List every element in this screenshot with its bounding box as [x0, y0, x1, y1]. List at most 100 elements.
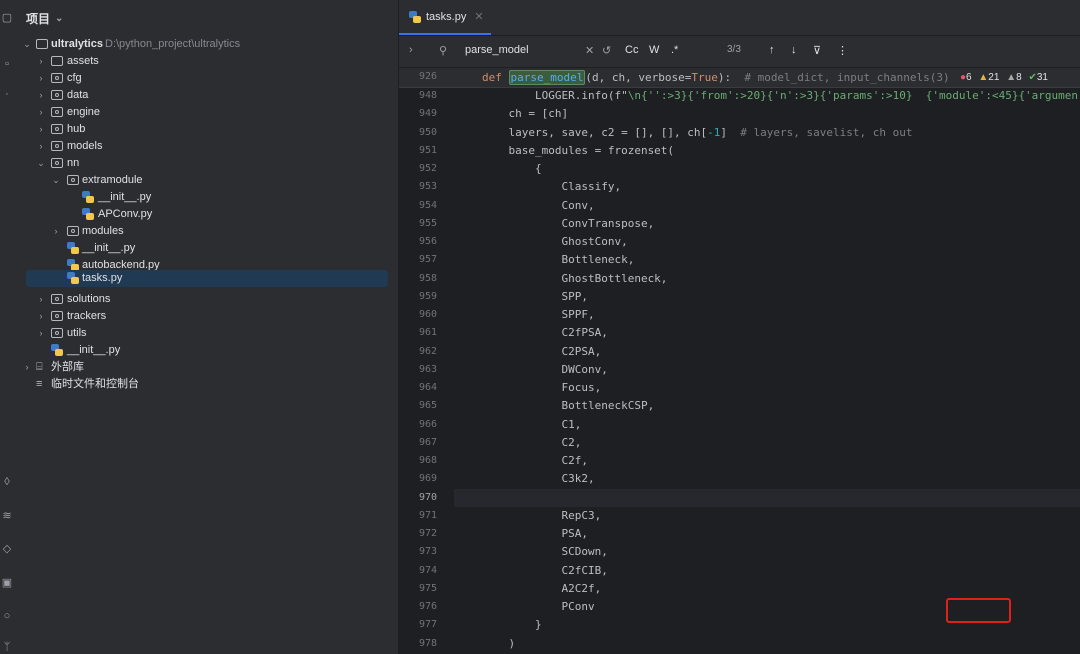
chevron-right-icon[interactable]: ›: [36, 121, 46, 138]
code-line[interactable]: C2fPSA,: [454, 324, 1080, 342]
chevron-right-icon[interactable]: ›: [36, 53, 46, 70]
tree-row-utils[interactable]: › utils: [16, 325, 398, 342]
code-line[interactable]: C2,: [454, 434, 1080, 452]
chevron-right-icon[interactable]: ›: [22, 359, 32, 376]
python-file-icon: [51, 344, 63, 356]
structure-icon[interactable]: ·: [1, 88, 13, 100]
code-line[interactable]: GhostBottleneck,: [454, 270, 1080, 288]
tree-row-nn-init[interactable]: __init__.py: [16, 240, 398, 257]
code-line[interactable]: SPPF,: [454, 306, 1080, 324]
folder-icon: [36, 39, 48, 49]
match-case-toggle[interactable]: Cc: [625, 44, 638, 56]
chevron-down-icon[interactable]: ⌄: [22, 36, 32, 53]
python-file-icon: [409, 10, 421, 23]
chevron-right-icon[interactable]: ›: [409, 44, 413, 56]
tree-row-hub[interactable]: › hub: [16, 121, 398, 138]
python-packages-icon[interactable]: ◊: [1, 476, 13, 488]
commit-icon[interactable]: ▫: [1, 58, 13, 70]
tree-row-cfg[interactable]: › cfg: [16, 70, 398, 87]
more-options-icon[interactable]: ⋮: [837, 44, 848, 57]
tree-row-root[interactable]: ⌄ ultralytics D:\python_project\ultralyt…: [16, 36, 398, 53]
code-line[interactable]: [454, 488, 1080, 507]
tree-row-apconv[interactable]: APConv.py: [16, 206, 398, 223]
chevron-right-icon[interactable]: ›: [36, 70, 46, 87]
filter-icon[interactable]: ⊽: [813, 44, 821, 57]
tab-tasks-py[interactable]: tasks.py ✕: [399, 0, 491, 35]
line-number: 950: [418, 126, 437, 138]
chevron-right-icon[interactable]: ›: [36, 308, 46, 325]
arrow-down-icon[interactable]: ↓: [791, 44, 797, 56]
tree-row-models[interactable]: › models: [16, 138, 398, 155]
close-icon[interactable]: ✕: [474, 10, 483, 23]
code-line[interactable]: base_modules = frozenset(: [454, 142, 1080, 160]
search-icon[interactable]: ⚲: [439, 44, 447, 57]
layers-icon[interactable]: ≋: [1, 510, 13, 522]
code-line[interactable]: layers, save, c2 = [], [], ch[-1] # laye…: [454, 124, 1080, 142]
inspection-indicators[interactable]: ●6 ▲21 ▲8 ✔31: [960, 72, 1048, 83]
code-line[interactable]: Bottleneck,: [454, 251, 1080, 269]
tree-row-external-libraries[interactable]: › ⌸ 外部库: [16, 359, 398, 376]
code-line[interactable]: Focus,: [454, 379, 1080, 397]
code-line[interactable]: RepC3,: [454, 507, 1080, 525]
tree-row-solutions[interactable]: › solutions: [16, 291, 398, 308]
git-icon[interactable]: ᛘ: [1, 641, 13, 653]
tree-row-tasks-selected[interactable]: tasks.py: [26, 270, 388, 287]
tree-row-scratches[interactable]: ≡ 临时文件和控制台: [16, 376, 398, 393]
arrow-up-icon[interactable]: ↑: [769, 44, 775, 56]
code-line[interactable]: C2fCIB,: [454, 562, 1080, 580]
code-line[interactable]: LOGGER.info(f"\n{'':>3}{'from':>20}{'n':…: [454, 87, 1080, 105]
code-line[interactable]: {: [454, 160, 1080, 178]
project-panel-header[interactable]: 项目 ⌄: [16, 0, 398, 36]
code-line[interactable]: GhostConv,: [454, 233, 1080, 251]
code-line[interactable]: C2PSA,: [454, 343, 1080, 361]
tab-label: tasks.py: [426, 10, 467, 23]
history-icon[interactable]: ↺: [602, 44, 611, 57]
sticky-header-line[interactable]: 926 def parse_model (d, ch, verbose=True)…: [399, 68, 1080, 88]
code-line[interactable]: C1,: [454, 416, 1080, 434]
chevron-right-icon[interactable]: ›: [36, 87, 46, 104]
tree-row-assets[interactable]: › assets: [16, 53, 398, 70]
code-line[interactable]: DWConv,: [454, 361, 1080, 379]
code-line[interactable]: BottleneckCSP,: [454, 397, 1080, 415]
code-line[interactable]: PSA,: [454, 525, 1080, 543]
tree-row-extramodule[interactable]: ⌄ extramodule: [16, 172, 398, 189]
tree-row-trackers[interactable]: › trackers: [16, 308, 398, 325]
chevron-right-icon[interactable]: ›: [51, 223, 61, 240]
code-line[interactable]: C2f,: [454, 452, 1080, 470]
code-line[interactable]: A2C2f,: [454, 580, 1080, 598]
code-view[interactable]: 926 def parse_model (d, ch, verbose=True)…: [399, 68, 1080, 654]
regex-toggle[interactable]: .*: [671, 44, 678, 56]
chevron-right-icon[interactable]: ›: [36, 138, 46, 155]
tree-row-extramodule-init[interactable]: __init__.py: [16, 189, 398, 206]
tree-row-engine[interactable]: › engine: [16, 104, 398, 121]
chevron-down-icon[interactable]: ⌄: [55, 13, 63, 24]
chevron-right-icon[interactable]: ›: [36, 291, 46, 308]
tree-row-root-init[interactable]: __init__.py: [16, 342, 398, 359]
tree-row-data[interactable]: › data: [16, 87, 398, 104]
code-token: Bottleneck,: [482, 253, 635, 267]
code-line[interactable]: ConvTranspose,: [454, 215, 1080, 233]
code-line[interactable]: C3k2,: [454, 470, 1080, 488]
chevron-down-icon[interactable]: ⌄: [51, 172, 61, 189]
chevron-right-icon[interactable]: ›: [36, 104, 46, 121]
code-line[interactable]: ch = [ch]: [454, 105, 1080, 123]
code-line[interactable]: SCDown,: [454, 543, 1080, 561]
code-line[interactable]: SPP,: [454, 288, 1080, 306]
project-view-icon[interactable]: ▢: [1, 12, 13, 24]
problems-icon[interactable]: ○: [1, 610, 13, 622]
chevron-down-icon[interactable]: ⌄: [36, 155, 46, 172]
tree-row-modules[interactable]: › modules: [16, 223, 398, 240]
chevron-right-icon[interactable]: ›: [36, 325, 46, 342]
code-line[interactable]: Classify,: [454, 178, 1080, 196]
clear-icon[interactable]: ✕: [585, 44, 594, 57]
tree-row-nn[interactable]: ⌄ nn: [16, 155, 398, 172]
terminal-icon[interactable]: ▣: [1, 577, 13, 589]
weak-warning-count: 8: [1016, 72, 1022, 83]
search-input[interactable]: parse_model: [465, 44, 529, 56]
error-count: 6: [966, 72, 972, 83]
whole-words-toggle[interactable]: W: [649, 44, 659, 56]
code-token: {: [482, 162, 542, 175]
code-line[interactable]: ): [454, 635, 1080, 653]
code-line[interactable]: Conv,: [454, 197, 1080, 215]
services-icon[interactable]: ◇: [1, 543, 13, 555]
